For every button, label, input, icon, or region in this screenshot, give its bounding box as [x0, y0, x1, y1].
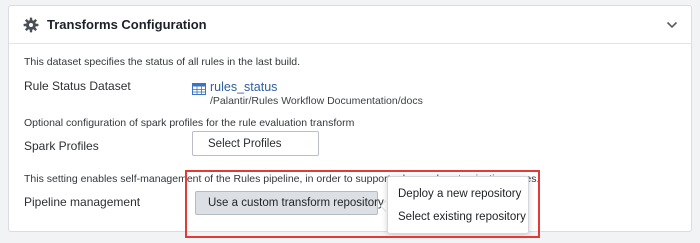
- spark-profiles-label: Spark Profiles: [24, 139, 99, 153]
- table-icon: [192, 83, 206, 95]
- dataset-path: /Palantir/Rules Workflow Documentation/d…: [210, 95, 423, 107]
- panel-title: Transforms Configuration: [47, 17, 207, 32]
- gear-icon: [23, 17, 39, 33]
- chevron-down-icon[interactable]: [666, 20, 678, 30]
- rule-status-label: Rule Status Dataset: [24, 79, 131, 93]
- rule-status-description: This dataset specifies the status of all…: [24, 56, 301, 68]
- spark-profiles-select[interactable]: Select Profiles: [192, 131, 319, 156]
- panel-header[interactable]: Transforms Configuration: [9, 6, 691, 44]
- spark-description: Optional configuration of spark profiles…: [24, 117, 355, 129]
- highlight-annotation: [185, 170, 540, 238]
- pipeline-management-label: Pipeline management: [24, 195, 141, 209]
- dataset-link[interactable]: rules_status: [210, 80, 277, 94]
